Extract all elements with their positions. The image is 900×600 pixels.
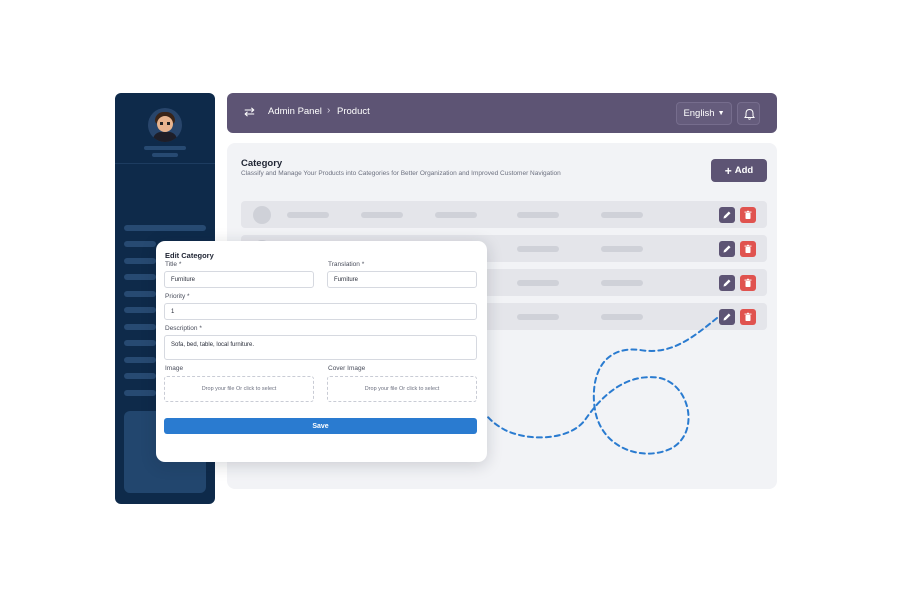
cover-image-dropzone[interactable]: Drop your file Or click to select [327, 376, 477, 402]
translation-label: Translation * [328, 261, 365, 268]
save-button[interactable]: Save [164, 418, 477, 434]
image-dropzone[interactable]: Drop your file Or click to select [164, 376, 314, 402]
title-label: Title * [165, 261, 182, 268]
cover-image-label: Cover Image [328, 365, 366, 372]
priority-label: Priority * [165, 293, 190, 300]
description-label: Description * [165, 325, 202, 332]
description-textarea[interactable]: Sofa, bed, table, local furniture. [164, 335, 477, 360]
title-input[interactable]: Furniture [164, 271, 314, 288]
image-label: Image [165, 365, 184, 372]
priority-input[interactable]: 1 [164, 303, 477, 320]
edit-category-modal: Edit Category Title * Furniture Translat… [156, 241, 487, 462]
translation-input[interactable]: Furniture [327, 271, 477, 288]
modal-title: Edit Category [165, 251, 214, 260]
